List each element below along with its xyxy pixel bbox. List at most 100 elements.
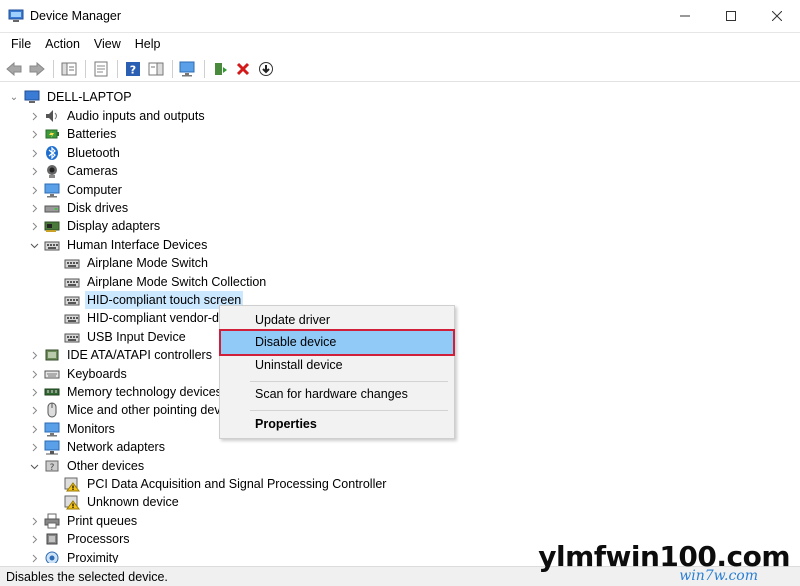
chevron-right-icon[interactable] (28, 441, 40, 453)
menu-bar: File Action View Help (0, 33, 800, 55)
tree-category-item[interactable]: Processors (28, 530, 132, 548)
tree-category-item[interactable]: Cameras (28, 162, 120, 180)
red-x-icon (236, 62, 250, 75)
chevron-right-icon[interactable] (28, 202, 40, 214)
tree-category-item[interactable]: Proximity (28, 549, 120, 563)
hid-icon (64, 274, 80, 290)
tree-category-item[interactable]: Keyboards (28, 365, 129, 383)
hid-icon (64, 292, 80, 308)
menu-help[interactable]: Help (128, 33, 168, 55)
menu-separator (250, 410, 448, 411)
console-tree-button[interactable] (58, 58, 80, 80)
window-title: Device Manager (30, 9, 122, 23)
tree-item-label: Memory technology devices (67, 385, 222, 399)
tree-item-label: Bluetooth (67, 146, 120, 160)
tree-category-item[interactable]: Human Interface Devices (28, 236, 209, 254)
chevron-right-icon[interactable] (28, 533, 40, 545)
tree-item-label: HID-compliant vendor-de (87, 311, 226, 325)
help-button[interactable]: ? (122, 58, 144, 80)
menu-disable-device[interactable]: Disable device (219, 329, 455, 356)
window-controls (662, 0, 800, 32)
tree-item-label: Print queues (67, 514, 138, 528)
warning-device-icon (64, 494, 80, 510)
action-pane-icon (148, 62, 164, 75)
monitor-icon (44, 421, 60, 437)
tree-category-item[interactable]: IDE ATA/ATAPI controllers (28, 346, 214, 364)
scan-hardware-button[interactable] (177, 58, 199, 80)
tree-category-item[interactable]: Batteries (28, 125, 118, 143)
menu-action[interactable]: Action (38, 33, 87, 55)
menu-update-driver[interactable]: Update driver (221, 309, 453, 332)
maximize-button[interactable] (708, 0, 754, 32)
console-tree-icon (61, 62, 77, 75)
tree-category-item[interactable]: Memory technology devices (28, 383, 224, 401)
chevron-right-icon[interactable] (28, 220, 40, 232)
chevron-right-icon[interactable] (28, 110, 40, 122)
tree-item-label: Display adapters (67, 219, 161, 233)
menu-separator (250, 381, 448, 382)
tree-device-item[interactable]: Airplane Mode Switch Collection (64, 273, 268, 291)
svg-text:?: ? (50, 463, 55, 473)
back-button[interactable] (3, 58, 25, 80)
chevron-right-icon[interactable] (28, 184, 40, 196)
tree-device-item[interactable]: USB Input Device (64, 328, 188, 346)
chevron-right-icon[interactable] (28, 423, 40, 435)
tree-category-item[interactable]: Display adapters (28, 217, 162, 235)
minimize-button[interactable] (662, 0, 708, 32)
svg-text:?: ? (130, 63, 136, 76)
tree-category-item[interactable]: ? Other devices (28, 457, 146, 475)
chevron-right-icon[interactable] (28, 128, 40, 140)
chevron-right-icon[interactable] (28, 349, 40, 361)
menu-properties[interactable]: Properties (221, 413, 453, 436)
tree-device-item[interactable]: Airplane Mode Switch (64, 254, 210, 272)
chevron-right-icon[interactable] (28, 552, 40, 563)
menu-file[interactable]: File (4, 33, 38, 55)
chevron-right-icon[interactable] (28, 165, 40, 177)
menu-scan-hardware[interactable]: Scan for hardware changes (221, 383, 453, 406)
uninstall-button[interactable] (232, 58, 254, 80)
tree-root[interactable]: ⌄ DELL-LAPTOP (8, 88, 134, 106)
chevron-down-icon[interactable]: ⌄ (8, 91, 20, 103)
tree-category-item[interactable]: Audio inputs and outputs (28, 107, 207, 125)
chevron-right-icon[interactable] (28, 404, 40, 416)
tree-category-item[interactable]: Disk drives (28, 199, 130, 217)
menu-uninstall-device[interactable]: Uninstall device (221, 354, 453, 377)
tree-device-item[interactable]: Unknown device (64, 493, 181, 511)
disable-button[interactable] (255, 58, 277, 80)
properties-button[interactable] (90, 58, 112, 80)
network-icon (44, 439, 60, 455)
back-arrow-icon (6, 61, 22, 76)
chevron-right-icon[interactable] (28, 515, 40, 527)
tree-category-item[interactable]: Bluetooth (28, 144, 122, 162)
tree-item-label: Other devices (67, 459, 145, 473)
bluetooth-icon (44, 145, 60, 161)
tree-device-item[interactable]: HID-compliant vendor-de (64, 309, 228, 327)
tree-category-item[interactable]: Computer (28, 181, 124, 199)
close-button[interactable] (754, 0, 800, 32)
chevron-right-icon[interactable] (28, 386, 40, 398)
tree-category-item[interactable]: Mice and other pointing dev (28, 401, 223, 419)
tree-category-item[interactable]: Print queues (28, 512, 139, 530)
chevron-down-icon[interactable] (28, 460, 40, 472)
tree-item-label: Airplane Mode Switch Collection (87, 275, 267, 289)
proximity-icon (44, 550, 60, 563)
menu-view[interactable]: View (87, 33, 128, 55)
tree-category-item[interactable]: Monitors (28, 420, 117, 438)
chevron-down-icon[interactable] (28, 239, 40, 251)
memory-icon (44, 384, 60, 400)
forward-button[interactable] (26, 58, 48, 80)
hid-icon (64, 255, 80, 271)
tree-item-label: Computer (67, 183, 122, 197)
tree-device-item[interactable]: PCI Data Acquisition and Signal Processi… (64, 475, 388, 493)
toolbar-separator (53, 59, 54, 78)
action-pane-button[interactable] (145, 58, 167, 80)
disk-icon (44, 200, 60, 216)
chevron-right-icon[interactable] (28, 368, 40, 380)
tree-category-item[interactable]: Network adapters (28, 438, 167, 456)
tree-item-label: Disk drives (67, 201, 129, 215)
tree-item-label: Unknown device (87, 495, 179, 509)
update-driver-button[interactable] (209, 58, 231, 80)
tree-device-item[interactable]: HID-compliant touch screen (64, 291, 244, 309)
toolbar: ? (0, 56, 800, 82)
chevron-right-icon[interactable] (28, 147, 40, 159)
